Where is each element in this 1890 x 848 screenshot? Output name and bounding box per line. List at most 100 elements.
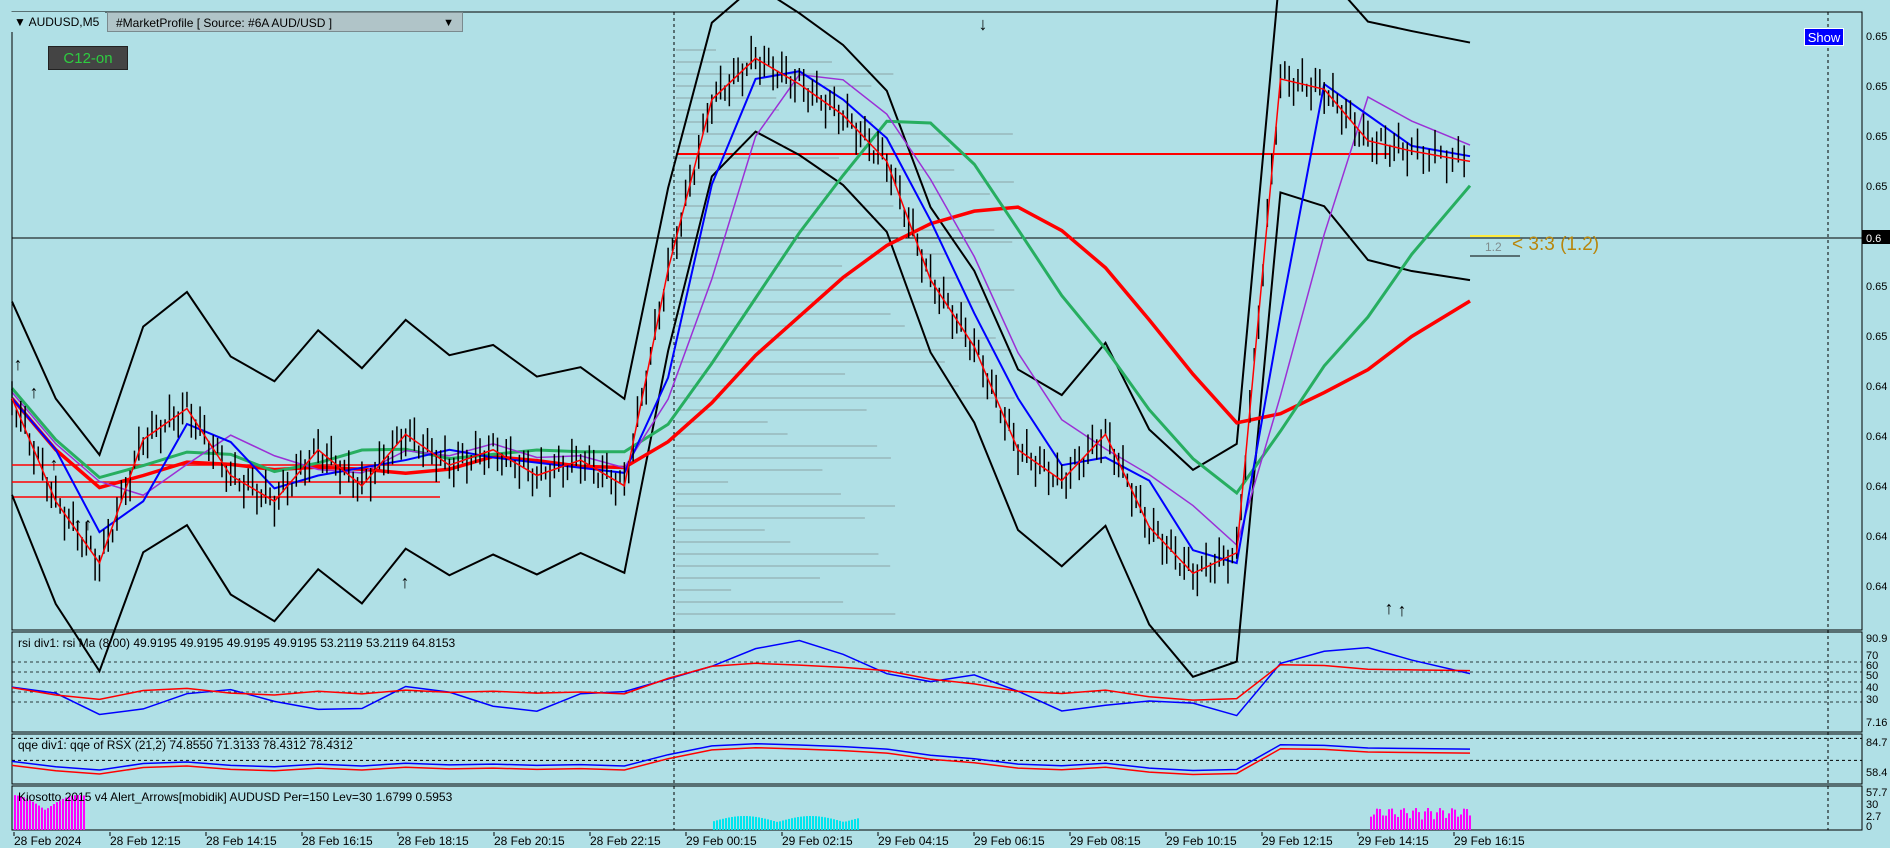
time-tick-label: 29 Feb 02:15 <box>782 834 853 848</box>
kiosotto-panel-label: Kiosotto 2015 v4 Alert_Arrows[mobidik] A… <box>18 790 453 804</box>
kiosotto-bar <box>50 806 52 830</box>
kiosotto-bar <box>737 816 739 830</box>
kiosotto-bar <box>32 801 34 830</box>
rsi-tick-label: 50 <box>1866 670 1878 682</box>
kiosotto-bar <box>1415 808 1417 830</box>
ma-blue-line <box>11 70 1471 565</box>
kiosotto-bar <box>761 817 763 830</box>
chevron-down-icon: ▼ <box>443 17 454 29</box>
kiosotto-bar <box>1385 815 1387 830</box>
kiosotto-bar <box>1418 812 1420 830</box>
kiosotto-bar <box>767 819 769 830</box>
kiosotto-bar <box>770 820 772 830</box>
symbol-text: AUDUSD,M5 <box>28 15 100 29</box>
time-tick-label: 29 Feb 08:15 <box>1070 834 1141 848</box>
kiosotto-bar <box>740 816 742 830</box>
kiosotto-bar <box>1424 811 1426 830</box>
time-tick-label: 28 Feb 12:15 <box>110 834 181 848</box>
kiosotto-bar <box>752 816 754 830</box>
kiosotto-bar <box>1457 816 1459 830</box>
arrow-up-icon: ↑ <box>1385 598 1394 618</box>
kiosotto-bar <box>788 818 790 830</box>
kiosotto-bar <box>1409 818 1411 830</box>
kiosotto-bar <box>791 818 793 830</box>
kiosotto-bar <box>821 816 823 830</box>
kiosotto-bar <box>725 818 727 830</box>
kiosotto-bar <box>53 804 55 830</box>
kiosotto-bar <box>1379 809 1381 830</box>
kiosotto-bar <box>854 819 856 830</box>
kiosotto-bar <box>38 805 40 830</box>
chart-canvas[interactable]: ↑↑↑↑↑↑↓↑↑ 0.650.650.650.650.650.650.650.… <box>0 0 1890 848</box>
arrow-down-icon: ↓ <box>979 14 988 34</box>
qqe-panel-label: qqe div1: qqe of RSX (21,2) 74.8550 71.3… <box>18 738 353 752</box>
time-tick-label: 28 Feb 16:15 <box>302 834 373 848</box>
arrow-up-icon: ↑ <box>1398 600 1407 620</box>
kiosotto-bar <box>1469 815 1471 830</box>
kiosotto-bar <box>1382 815 1384 830</box>
kiosotto-bar <box>1448 813 1450 830</box>
kiosotto-bar <box>1406 813 1408 830</box>
time-tick-label: 29 Feb 14:15 <box>1358 834 1429 848</box>
symbol-label[interactable]: ▼ AUDUSD,M5 <box>8 12 106 32</box>
price-tick-label: 0.64 <box>1866 431 1887 443</box>
kiosotto-bar <box>713 821 715 830</box>
kiosotto-bar <box>830 818 832 830</box>
kiosotto-bar <box>1439 808 1441 830</box>
price-tick-label: 0.65 <box>1866 181 1887 193</box>
time-tick-label: 28 Feb 2024 <box>14 834 82 848</box>
c12-toggle-button[interactable]: C12-on <box>48 46 128 70</box>
kiosotto-bar <box>41 807 43 830</box>
rsi-panel-label: rsi div1: rsi Ma (8.00) 49.9195 49.9195 … <box>18 636 456 650</box>
kiosotto-bar <box>1397 816 1399 830</box>
kiosotto-bar <box>824 817 826 830</box>
price-tick-label: 0.64 <box>1866 381 1887 393</box>
kiosotto-bar <box>785 819 787 830</box>
time-tick-label: 29 Feb 04:15 <box>878 834 949 848</box>
kiosotto-bar <box>44 809 46 830</box>
ratio-annotation: < 3:3 (1.2) <box>1512 234 1600 255</box>
kiosotto-bar <box>1430 811 1432 830</box>
kiosotto-bar <box>722 818 724 830</box>
kiosotto-bar <box>839 820 841 830</box>
kiosotto-bar <box>1391 808 1393 830</box>
price-tick-label: 0.64 <box>1866 531 1887 543</box>
kiosotto-tick-label: 0 <box>1866 821 1872 833</box>
arrow-up-icon: ↑ <box>30 382 39 402</box>
kiosotto-bar <box>14 795 16 830</box>
kiosotto-tick-label: 57.7 <box>1866 787 1887 799</box>
show-button[interactable]: Show <box>1804 28 1844 46</box>
dropdown-triangle-icon: ▼ <box>14 15 26 29</box>
kiosotto-bar <box>845 821 847 830</box>
kiosotto-bar <box>833 819 835 830</box>
kiosotto-bar <box>1466 809 1468 830</box>
kiosotto-bar <box>848 820 850 830</box>
kiosotto-bar <box>776 821 778 830</box>
arrow-up-icon: ↑ <box>84 514 93 534</box>
kiosotto-bar <box>1463 808 1465 830</box>
time-tick-label: 29 Feb 12:15 <box>1262 834 1333 848</box>
kiosotto-bar <box>1454 809 1456 830</box>
kiosotto-bar <box>836 820 838 830</box>
price-tick-label: 0.64 <box>1866 581 1887 593</box>
price-tick-label: 0.64 <box>1866 481 1887 493</box>
time-tick-label: 29 Feb 00:15 <box>686 834 757 848</box>
kiosotto-bar <box>812 816 814 830</box>
kiosotto-bar <box>1451 808 1453 830</box>
kiosotto-bar <box>857 818 859 830</box>
kiosotto-bar <box>1373 814 1375 830</box>
kiosotto-bar <box>728 817 730 830</box>
kiosotto-bar <box>818 816 820 830</box>
time-tick-label: 29 Feb 16:15 <box>1454 834 1525 848</box>
kiosotto-bar <box>773 820 775 830</box>
rsi-tick-label: 7.16 <box>1866 717 1887 729</box>
ma-green-line <box>10 119 1472 496</box>
indicator-text: #MarketProfile [ Source: #6A AUD/USD ] <box>116 16 333 30</box>
main-panel-frame <box>11 11 1863 631</box>
rsi-tick-label: 90.9 <box>1866 633 1887 645</box>
kiosotto-bar <box>797 817 799 830</box>
indicator-dropdown[interactable]: #MarketProfile [ Source: #6A AUD/USD ] ▼ <box>107 12 463 32</box>
kiosotto-bar <box>1445 817 1447 830</box>
arrow-up-icon: ↑ <box>14 354 23 374</box>
kiosotto-bar <box>719 819 721 830</box>
